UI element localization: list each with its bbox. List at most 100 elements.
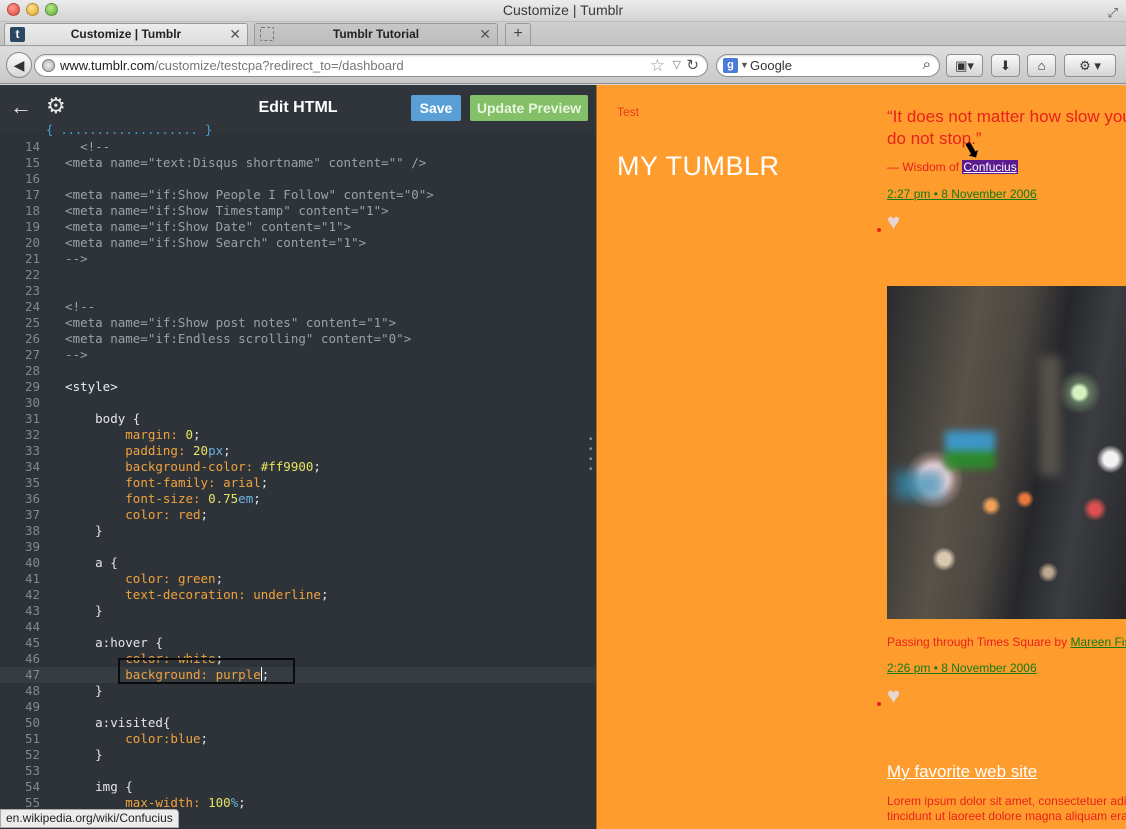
code-text[interactable]: margin: 0; [50, 427, 200, 443]
downloads-button[interactable]: ⬇ [991, 54, 1020, 77]
code-line[interactable]: 42 text-decoration: underline; [0, 587, 596, 603]
code-text[interactable]: <style> [50, 379, 118, 395]
code-line[interactable]: 45 a:hover { [0, 635, 596, 651]
code-line[interactable]: 15 <meta name="text:Disqus shortname" co… [0, 155, 596, 171]
tab-close-icon[interactable]: ✕ [229, 24, 241, 45]
code-text[interactable]: a { [50, 555, 118, 571]
pane-resize-handle[interactable]: • • • • [589, 435, 593, 475]
code-text[interactable]: <meta name="if:Show People I Follow" con… [50, 187, 434, 203]
code-text[interactable]: a:visited{ [50, 715, 170, 731]
code-text[interactable]: <meta name="if:Show Date" content="1"> [50, 219, 351, 235]
back-button[interactable]: ◀ [6, 52, 32, 78]
addon-menu-button[interactable]: ⚙ ▾ [1064, 54, 1116, 77]
code-text[interactable]: <!-- [50, 299, 95, 315]
code-line[interactable]: 40 a { [0, 555, 596, 571]
code-line[interactable]: 50 a:visited{ [0, 715, 596, 731]
home-button[interactable]: ⌂ [1027, 54, 1056, 77]
link-post-title[interactable]: My favorite web site [887, 762, 1037, 782]
code-line[interactable]: 14 <!-- [0, 139, 596, 155]
code-text[interactable]: color: green; [50, 571, 223, 587]
reload-icon[interactable]: ↻ [686, 56, 699, 74]
code-line[interactable]: 34 background-color: #ff9900; [0, 459, 596, 475]
save-button[interactable]: Save [411, 95, 461, 121]
close-window-button[interactable] [7, 3, 20, 16]
code-text[interactable]: } [50, 747, 103, 763]
code-line[interactable]: 52 } [0, 747, 596, 763]
code-line[interactable]: 31 body { [0, 411, 596, 427]
code-text[interactable]: img { [50, 779, 133, 795]
code-line[interactable]: 36 font-size: 0.75em; [0, 491, 596, 507]
minimize-window-button[interactable] [26, 3, 39, 16]
code-text[interactable]: --> [50, 251, 88, 267]
code-text[interactable]: background-color: #ff9900; [50, 459, 321, 475]
code-text[interactable]: <meta name="if:Show Timestamp" content="… [50, 203, 389, 219]
code-line[interactable]: 33 padding: 20px; [0, 443, 596, 459]
code-line[interactable]: 27 --> [0, 347, 596, 363]
code-text[interactable]: } [50, 523, 103, 539]
code-line[interactable]: 35 font-family: arial; [0, 475, 596, 491]
code-text[interactable]: color:blue; [50, 731, 208, 747]
code-text[interactable]: <meta name="if:Show post notes" content=… [50, 315, 396, 331]
code-line[interactable]: 24 <!-- [0, 299, 596, 315]
code-line[interactable]: 25 <meta name="if:Show post notes" conte… [0, 315, 596, 331]
code-text[interactable]: text-decoration: underline; [50, 587, 328, 603]
code-line[interactable]: 29 <style> [0, 379, 596, 395]
blog-title[interactable]: MY TUMBLR [617, 151, 780, 182]
url-history-dropdown-icon[interactable]: ▽ [673, 58, 681, 71]
code-text[interactable]: <meta name="text:Disqus shortname" conte… [50, 155, 426, 171]
code-line[interactable]: 17 <meta name="if:Show People I Follow" … [0, 187, 596, 203]
code-line[interactable]: 32 margin: 0; [0, 427, 596, 443]
code-line[interactable]: 23 [0, 283, 596, 299]
code-text[interactable]: } [50, 603, 103, 619]
new-tab-button[interactable]: + [505, 23, 531, 45]
code-line[interactable]: 39 [0, 539, 596, 555]
search-icon[interactable]: ⌕ [923, 56, 931, 73]
code-text[interactable]: font-family: arial; [50, 475, 268, 491]
code-line[interactable]: 37 color: red; [0, 507, 596, 523]
code-line[interactable]: 22 [0, 267, 596, 283]
code-line[interactable]: 54 img { [0, 779, 596, 795]
code-line[interactable]: 28 [0, 363, 596, 379]
bookmark-star-icon[interactable]: ☆ [650, 56, 665, 76]
post-timestamp-link[interactable]: 2:26 pm • 8 November 2006 [887, 661, 1037, 675]
code-line[interactable]: 16 [0, 171, 596, 187]
code-line[interactable]: 18 <meta name="if:Show Timestamp" conten… [0, 203, 596, 219]
code-line[interactable]: 51 color:blue; [0, 731, 596, 747]
code-line[interactable]: 30 [0, 395, 596, 411]
code-line[interactable]: 53 [0, 763, 596, 779]
code-line[interactable]: 44 [0, 619, 596, 635]
code-text[interactable]: color: red; [50, 507, 208, 523]
photo-post-image[interactable] [887, 286, 1126, 619]
search-engine-dropdown-icon[interactable]: ▼ [740, 60, 749, 70]
code-line[interactable]: 48 } [0, 683, 596, 699]
code-text[interactable]: <!-- [50, 139, 110, 155]
tab-customize[interactable]: t Customize | Tumblr ✕ [4, 23, 248, 45]
code-line[interactable]: 47 background: purple; [0, 667, 596, 683]
code-line[interactable]: 41 color: green; [0, 571, 596, 587]
code-text[interactable]: <meta name="if:Show Search" content="1"> [50, 235, 366, 251]
code-line[interactable]: 21 --> [0, 251, 596, 267]
code-line[interactable]: 20 <meta name="if:Show Search" content="… [0, 235, 596, 251]
code-line[interactable]: 43 } [0, 603, 596, 619]
search-bar[interactable]: g ▼ Google ⌕ [716, 54, 940, 77]
code-text[interactable]: a:hover { [50, 635, 163, 651]
like-heart-icon[interactable]: ♥ [887, 209, 900, 235]
tab-close-icon[interactable]: ✕ [479, 24, 491, 45]
code-text[interactable]: } [50, 683, 103, 699]
code-text[interactable]: font-size: 0.75em; [50, 491, 261, 507]
search-input[interactable]: Google [750, 58, 792, 73]
code-line[interactable]: 26 <meta name="if:Endless scrolling" con… [0, 331, 596, 347]
code-line[interactable]: 46 color: white; [0, 651, 596, 667]
code-line[interactable]: 49 [0, 699, 596, 715]
update-preview-button[interactable]: Update Preview [470, 95, 588, 121]
code-line[interactable]: 38 } [0, 523, 596, 539]
code-editor[interactable]: { ................... } 14 <!-- 15 <meta … [0, 123, 596, 829]
code-text[interactable]: body { [50, 411, 140, 427]
code-text[interactable]: <meta name="if:Endless scrolling" conten… [50, 331, 411, 347]
zoom-window-button[interactable] [45, 3, 58, 16]
url-bar[interactable]: www.tumblr.com/customize/testcpa?redirec… [34, 54, 708, 77]
fullscreen-icon[interactable]: ⤢ [1108, 3, 1118, 23]
url-text[interactable]: www.tumblr.com/customize/testcpa?redirec… [60, 58, 404, 73]
google-engine-icon[interactable]: g [723, 58, 738, 73]
tab-tutorial[interactable]: Tumblr Tutorial ✕ [254, 23, 498, 45]
